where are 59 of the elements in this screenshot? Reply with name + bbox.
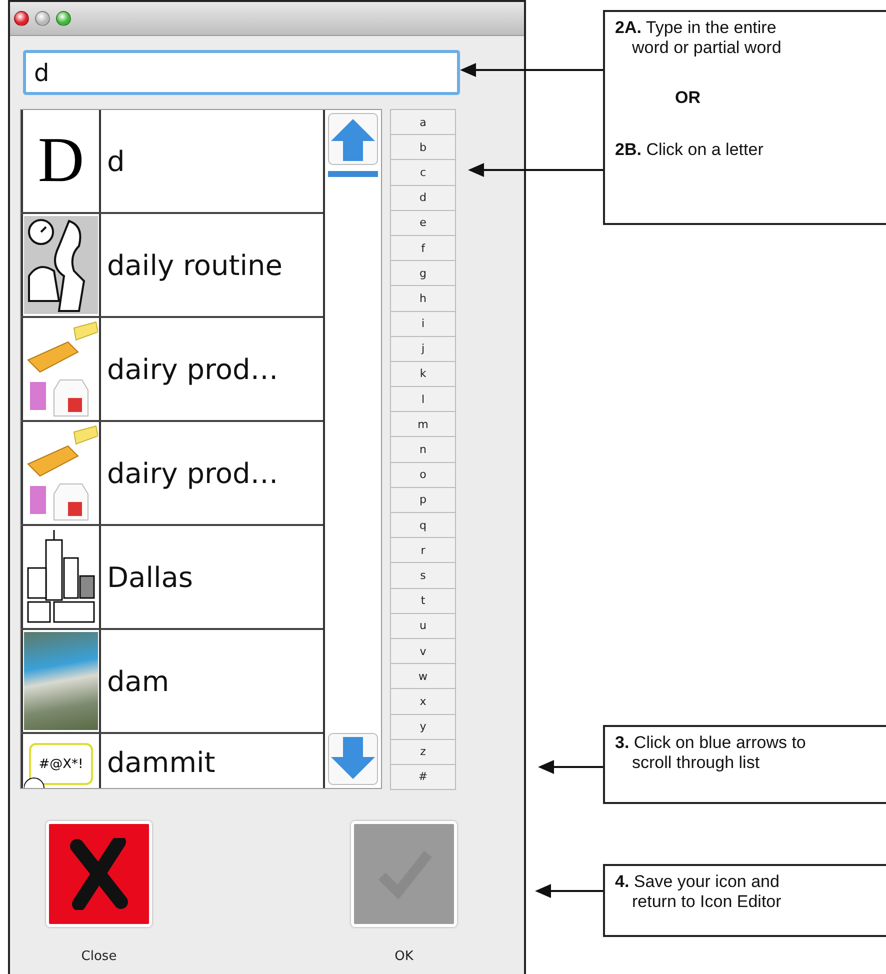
letter-button[interactable]: k — [390, 360, 456, 388]
letter-button[interactable]: s — [390, 562, 456, 589]
letter-button[interactable]: v — [390, 638, 456, 664]
letter-button[interactable]: x — [390, 688, 456, 714]
result-row[interactable]: dam — [21, 630, 323, 734]
up-arrow-icon — [331, 117, 375, 161]
result-label: dam — [106, 664, 170, 700]
scroll-down-button[interactable] — [328, 733, 378, 785]
result-label: dairy prod… — [106, 456, 278, 492]
letter-button[interactable]: w — [390, 663, 456, 690]
leader-arrow — [535, 884, 603, 898]
result-label: Dallas — [106, 560, 194, 596]
scroll-up-button[interactable] — [328, 113, 378, 165]
search-field[interactable]: d — [23, 50, 460, 95]
letter-button[interactable]: j — [390, 336, 456, 362]
result-label: dammit — [106, 745, 216, 781]
letter-button[interactable]: u — [390, 612, 456, 639]
window-close-icon[interactable] — [14, 11, 29, 26]
result-label: dairy prod… — [106, 352, 278, 388]
letter-button[interactable]: n — [390, 436, 456, 463]
result-row[interactable]: Dallas — [21, 526, 323, 630]
letter-symbol-drawing: D — [31, 126, 91, 196]
letter-button[interactable]: o — [390, 462, 456, 488]
letter-button[interactable]: i — [390, 310, 456, 337]
result-row[interactable]: D d — [21, 110, 323, 214]
letter-button[interactable]: e — [390, 210, 456, 236]
letter-button[interactable]: b — [390, 134, 456, 160]
letter-button[interactable]: f — [390, 234, 456, 262]
letter-button[interactable]: a — [390, 109, 456, 136]
down-arrow-icon — [331, 737, 375, 781]
result-row[interactable]: daily routine — [21, 214, 323, 318]
letter-button[interactable]: t — [390, 588, 456, 614]
letter-button[interactable]: y — [390, 714, 456, 740]
window-minimize-icon[interactable] — [35, 11, 50, 26]
instruction-text: 2A. Type in the entire word or partial word — [615, 18, 782, 58]
window-zoom-icon[interactable] — [56, 11, 71, 26]
instruction-text: 3. Click on blue arrows to scroll through list — [615, 733, 807, 773]
result-label: d — [106, 144, 125, 180]
letter-button[interactable]: l — [390, 386, 456, 412]
letter-button[interactable]: d — [390, 184, 456, 211]
letter-button[interactable]: p — [390, 486, 456, 513]
letter-button[interactable]: g — [390, 260, 456, 286]
or-label: OR — [674, 87, 702, 109]
instruction-text: 4. Save your icon and return to Icon Editor — [615, 872, 782, 912]
letter-button[interactable]: q — [390, 512, 456, 538]
result-row[interactable]: dairy prod… — [21, 318, 323, 422]
instruction-text: 2B. Click on a letter — [615, 140, 764, 160]
result-label: daily routine — [106, 248, 282, 284]
letter-button[interactable]: h — [390, 285, 456, 312]
leader-arrow — [538, 760, 603, 774]
letter-button[interactable]: c — [390, 159, 456, 186]
scroll-thumb[interactable] — [328, 171, 378, 177]
result-row[interactable]: dairy prod… — [21, 422, 323, 526]
letter-button[interactable]: r — [390, 537, 456, 564]
close-button[interactable]: Close — [46, 821, 152, 964]
letter-button[interactable]: # — [390, 764, 456, 790]
result-row[interactable]: #@X*! dammit — [21, 734, 323, 788]
letter-button[interactable]: m — [390, 411, 456, 438]
letter-button[interactable]: z — [390, 738, 456, 765]
